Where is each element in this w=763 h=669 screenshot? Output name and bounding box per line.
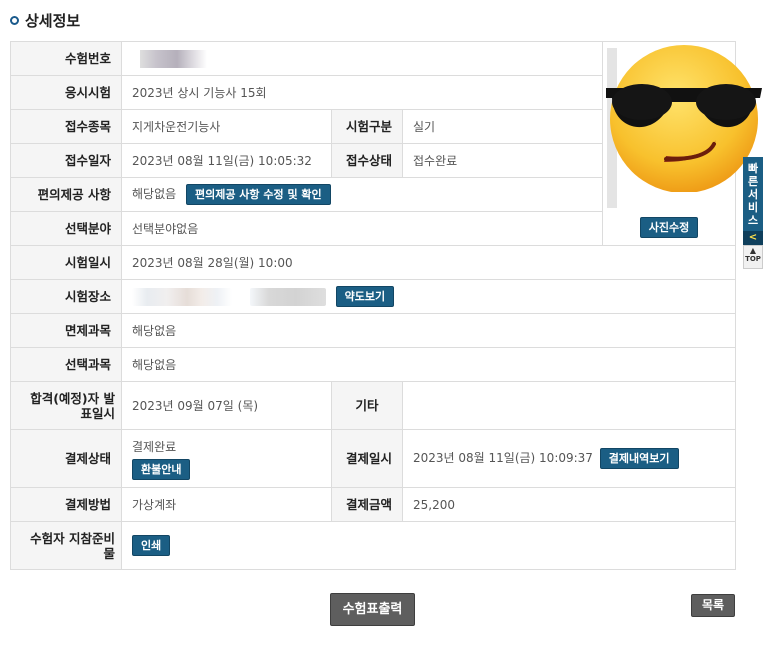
value-exam-number: [120, 41, 604, 76]
detail-table: 수험번호 사진수정 응시시험 2023년 상시 기능사 15회 접수종목 지게차…: [10, 41, 763, 570]
redacted-exam-number: [132, 49, 232, 68]
value-reg-status: 접수완료: [401, 143, 604, 178]
label-reg-status: 접수상태: [331, 143, 403, 178]
value-pay-method: 가상계좌: [121, 487, 332, 522]
value-pay-status: 결제완료 환불안내: [121, 429, 332, 488]
value-convenience: 해당없음 편의제공 사항 수정 및 확인: [120, 177, 604, 212]
map-button[interactable]: 약도보기: [335, 286, 395, 307]
value-etc: [401, 381, 737, 430]
convenience-edit-button[interactable]: 편의제공 사항 수정 및 확인: [186, 184, 331, 205]
label-exam-type: 시험구분: [331, 109, 403, 144]
section-title: 상세정보: [25, 11, 81, 30]
row-pass-date: 합격(예정)자 발표일시 2023년 09월 07일 (목) 기타: [10, 381, 737, 430]
value-exam-place: 약도보기: [120, 279, 737, 314]
row-exam-date: 시험일시 2023년 08월 28일(월) 10:00: [10, 245, 737, 280]
redacted-place-name: [132, 287, 232, 306]
label-selected-subject: 선택과목: [10, 347, 122, 382]
chevron-left-icon[interactable]: <: [743, 231, 763, 245]
print-ticket-button[interactable]: 수험표출력: [330, 593, 415, 626]
pay-status-text: 결제완료: [132, 439, 177, 454]
label-exam-number: 수험번호: [10, 41, 122, 76]
value-reg-date: 2023년 08월 11일(금) 10:05:32: [121, 143, 332, 178]
payment-history-button[interactable]: 결제내역보기: [599, 448, 679, 469]
value-exam: 2023년 상시 기능사 15회: [120, 75, 604, 110]
photo-cell: 사진수정: [602, 41, 763, 246]
value-exempt: 해당없음: [120, 313, 737, 348]
row-exempt: 면제과목 해당없음: [10, 313, 737, 348]
arrow-up-icon: ▲: [749, 246, 757, 255]
label-exam-date: 시험일시: [10, 245, 122, 280]
label-reg-date: 접수일자: [10, 143, 122, 178]
label-category: 접수종목: [10, 109, 122, 144]
label-selected-field: 선택분야: [10, 211, 122, 246]
label-pay-status: 결제상태: [10, 429, 122, 488]
value-selected-subject: 해당없음: [120, 347, 737, 382]
label-pay-amount: 결제금액: [331, 487, 403, 522]
label-etc: 기타: [331, 381, 403, 430]
label-pay-method: 결제방법: [10, 487, 122, 522]
quick-service-tab[interactable]: 빠 른 서 비 스: [743, 157, 763, 231]
top-label: TOP: [745, 255, 761, 263]
label-pay-date: 결제일시: [331, 429, 403, 488]
redacted-place-address: [249, 287, 326, 306]
label-exempt: 면제과목: [10, 313, 122, 348]
row-pay-method: 결제방법 가상계좌 결제금액 25,200: [10, 487, 737, 522]
label-exam-place: 시험장소: [10, 279, 122, 314]
value-pay-amount: 25,200: [401, 487, 737, 522]
section-header: 상세정보: [10, 10, 80, 30]
quick-service-panel: 빠 른 서 비 스 < ▲ TOP: [743, 157, 763, 269]
value-pay-date: 2023년 08월 11일(금) 10:09:37 결제내역보기: [401, 429, 737, 488]
list-button[interactable]: 목록: [691, 594, 735, 617]
value-category: 지게차운전기능사: [121, 109, 332, 144]
photo-edit-button[interactable]: 사진수정: [639, 217, 699, 238]
bullet-icon: [10, 15, 19, 25]
label-guide: 수험자 지참준비물: [10, 521, 122, 570]
scroll-top-button[interactable]: ▲ TOP: [743, 245, 763, 269]
label-exam: 응시시험: [10, 75, 122, 110]
row-guide: 수험자 지참준비물 인쇄: [10, 521, 737, 570]
profile-photo: [606, 45, 763, 192]
refund-guide-button[interactable]: 환불안내: [132, 458, 191, 480]
convenience-value: 해당없음: [132, 187, 177, 201]
print-guide-button[interactable]: 인쇄: [132, 535, 171, 556]
value-pass-date: 2023년 09월 07일 (목): [121, 381, 332, 430]
row-selected-subject: 선택과목 해당없음: [10, 347, 737, 382]
row-exam-number: 수험번호 사진수정: [10, 41, 763, 246]
label-pass-date: 합격(예정)자 발표일시: [10, 381, 122, 430]
value-selected-field: 선택분야없음: [120, 211, 604, 246]
value-exam-date: 2023년 08월 28일(월) 10:00: [120, 245, 737, 280]
value-guide: 인쇄: [120, 521, 737, 570]
label-convenience: 편의제공 사항: [10, 177, 122, 212]
pay-date-text: 2023년 08월 11일(금) 10:09:37: [413, 451, 593, 465]
row-exam-place: 시험장소 약도보기: [10, 279, 737, 314]
value-exam-type: 실기: [401, 109, 604, 144]
row-pay-status: 결제상태 결제완료 환불안내 결제일시 2023년 08월 11일(금) 10:…: [10, 429, 737, 488]
